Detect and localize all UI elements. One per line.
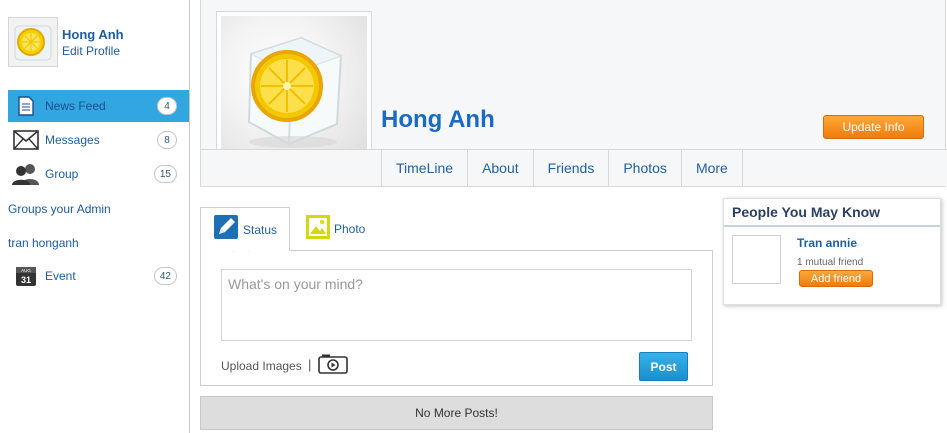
sidebar-item-label: News Feed [45, 99, 106, 113]
sidebar-item-label: Messages [45, 133, 100, 147]
group-icon [12, 160, 40, 188]
lemon-ice-image [221, 16, 367, 162]
post-button[interactable]: Post [639, 352, 688, 381]
sidebar-item-label: Event [45, 269, 76, 283]
profile-photo[interactable] [216, 11, 372, 167]
composer-box: Upload Images | Post [200, 242, 713, 386]
sidebar-item-group[interactable]: Group 15 [8, 158, 189, 190]
groups-your-admin-link[interactable]: Groups your Admin [8, 202, 111, 216]
app: Hong Anh Edit Profile News Feed 4 Messag… [0, 0, 947, 433]
news-feed-icon [12, 92, 40, 120]
sidebar-item-label: Group [45, 167, 79, 181]
profile-header: Hong Anh Update Info TimeLine About Frie… [200, 0, 947, 187]
calendar-icon: AUG 31 [12, 262, 40, 290]
messages-count: 8 [157, 131, 177, 149]
profile-name: Hong Anh [381, 106, 495, 133]
sidebar-item-news-feed[interactable]: News Feed 4 [8, 90, 189, 122]
tran-honganh-link[interactable]: tran honganh [8, 236, 79, 250]
pencil-icon [213, 214, 239, 245]
update-info-button[interactable]: Update Info [823, 115, 924, 139]
event-count: 42 [153, 267, 177, 285]
status-tab-label: Status [243, 222, 278, 237]
photo-tab-label: Photo [334, 222, 366, 236]
left-sidebar: Hong Anh Edit Profile News Feed 4 Messag… [0, 0, 190, 433]
pymk-title: People You May Know [724, 199, 940, 227]
pymk-mutual-friends: 1 mutual friend [797, 257, 864, 268]
profile-tabs: TimeLine About Friends Photos More [381, 150, 743, 186]
photo-icon [306, 214, 330, 244]
profile-tabs-bar: TimeLine About Friends Photos More [201, 149, 947, 186]
tab-timeline[interactable]: TimeLine [382, 150, 469, 186]
upload-images-link[interactable]: Upload Images [221, 359, 302, 373]
tab-more[interactable]: More [682, 150, 743, 186]
people-you-may-know-panel: People You May Know Tran annie 1 mutual … [723, 198, 941, 305]
pymk-avatar[interactable] [732, 235, 781, 284]
sidebar-item-messages[interactable]: Messages 8 [8, 124, 189, 156]
video-upload-icon[interactable] [318, 354, 348, 379]
status-composer: Status Photo Upload Images | [200, 207, 713, 386]
tab-photos[interactable]: Photos [609, 150, 682, 186]
add-friend-button[interactable]: Add friend [799, 270, 873, 287]
edit-profile-link[interactable]: Edit Profile [62, 44, 120, 58]
news-feed-count: 4 [157, 97, 177, 115]
sidebar-avatar[interactable] [8, 17, 58, 67]
calendar-month: AUG [21, 268, 31, 273]
upload-separator: | [308, 357, 312, 372]
group-count: 15 [153, 165, 177, 183]
pymk-person-name[interactable]: Tran annie [797, 236, 857, 250]
no-more-posts-bar: No More Posts! [200, 396, 713, 430]
sidebar-user-name[interactable]: Hong Anh [62, 27, 124, 42]
tab-status[interactable]: Status [200, 207, 290, 251]
tab-photo[interactable]: Photo [306, 214, 365, 244]
status-input[interactable] [221, 269, 692, 341]
tab-friends[interactable]: Friends [534, 150, 610, 186]
calendar-day: 31 [21, 275, 31, 285]
tab-about[interactable]: About [468, 150, 534, 186]
envelope-icon [12, 126, 40, 154]
sidebar-item-event[interactable]: AUG 31 Event 42 [8, 260, 189, 292]
